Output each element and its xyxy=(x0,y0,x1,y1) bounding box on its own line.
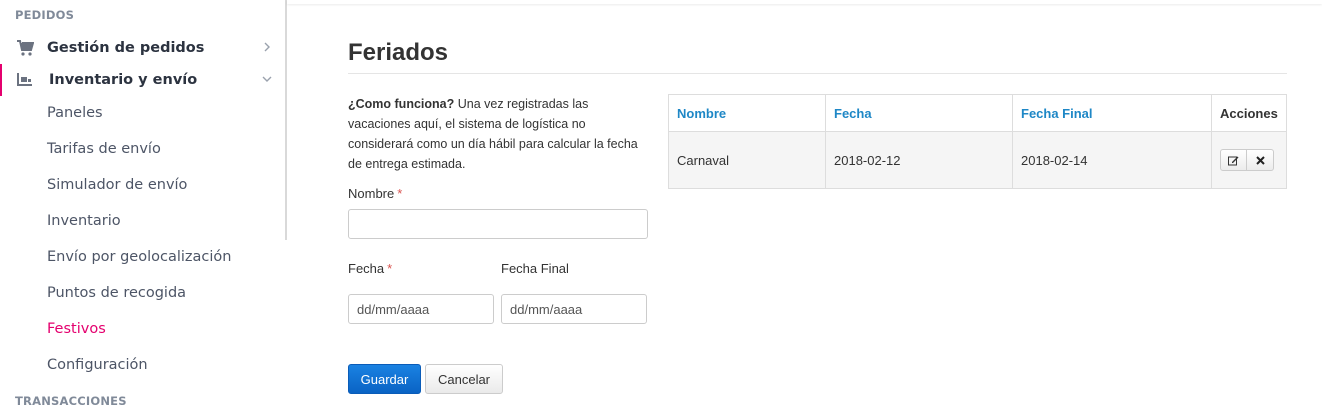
date-label-text: Fecha xyxy=(348,261,385,276)
holidays-table: Nombre Fecha Fecha Final Acciones Carnav… xyxy=(668,94,1287,189)
help-text: ¿Como funciona? Una vez registradas las … xyxy=(348,94,638,174)
cell-name: Carnaval xyxy=(668,131,826,189)
page-title: Feriados xyxy=(348,39,449,66)
cell-actions xyxy=(1211,131,1287,189)
sidebar-item-shipping-rates[interactable]: Tarifas de envío xyxy=(47,141,161,157)
date-required-mark: * xyxy=(387,261,393,276)
sidebar-item-shipping-simulator[interactable]: Simulador de envío xyxy=(47,177,187,193)
sidebar-item-pickup-points[interactable]: Puntos de recogida xyxy=(47,285,186,301)
name-input[interactable] xyxy=(348,209,648,239)
chevron-down-icon xyxy=(262,76,272,82)
name-label-text: Nombre xyxy=(348,186,395,201)
sidebar-item-settings[interactable]: Configuración xyxy=(47,357,148,373)
sidebar-group-inventory[interactable]: Inventario y envío xyxy=(0,64,285,96)
sidebar-item-holidays[interactable]: Festivos xyxy=(47,321,106,337)
name-label: Nombre * xyxy=(348,186,402,201)
date-label: Fecha * xyxy=(348,261,392,276)
column-header-date[interactable]: Fecha xyxy=(825,94,1013,132)
top-bar xyxy=(287,0,1322,4)
table-row: Carnaval 2018-02-12 2018-02-14 xyxy=(668,131,1287,189)
sidebar-group-orders-label: Gestión de pedidos xyxy=(47,40,205,56)
delete-icon xyxy=(1255,155,1265,165)
date-input[interactable] xyxy=(348,294,494,324)
section-label-transactions: TRANSACCIONES xyxy=(15,394,127,408)
column-header-actions: Acciones xyxy=(1211,94,1287,132)
edit-button[interactable] xyxy=(1220,149,1247,171)
row-actions xyxy=(1220,149,1278,171)
title-divider xyxy=(348,73,1287,74)
column-header-end-date[interactable]: Fecha Final xyxy=(1012,94,1212,132)
save-button[interactable]: Guardar xyxy=(348,364,421,394)
end-date-input[interactable] xyxy=(501,294,647,324)
end-date-label: Fecha Final xyxy=(501,261,569,276)
cell-end-date: 2018-02-14 xyxy=(1012,131,1212,189)
cell-date: 2018-02-12 xyxy=(825,131,1013,189)
edit-icon xyxy=(1228,156,1239,165)
cancel-button[interactable]: Cancelar xyxy=(425,364,503,394)
sidebar-item-inventory[interactable]: Inventario xyxy=(47,213,121,229)
table-header-row: Nombre Fecha Fecha Final Acciones xyxy=(668,94,1287,132)
inventory-icon xyxy=(17,73,32,86)
sidebar-scrollbar[interactable] xyxy=(285,0,287,240)
sidebar-item-geolocation-shipping[interactable]: Envío por geolocalización xyxy=(47,249,231,265)
name-required-mark: * xyxy=(397,186,403,201)
delete-button[interactable] xyxy=(1247,149,1274,171)
help-bold: ¿Como funciona? xyxy=(348,97,455,111)
section-label-orders: PEDIDOS xyxy=(15,8,75,22)
cart-icon xyxy=(17,40,34,56)
chevron-right-icon xyxy=(264,42,270,52)
sidebar-group-inventory-label: Inventario y envío xyxy=(49,72,198,88)
sidebar: PEDIDOS Gestión de pedidos Inventario y … xyxy=(0,0,285,411)
sidebar-item-panels[interactable]: Paneles xyxy=(47,105,103,121)
sidebar-group-orders[interactable]: Gestión de pedidos xyxy=(0,32,285,64)
column-header-name[interactable]: Nombre xyxy=(668,94,826,132)
